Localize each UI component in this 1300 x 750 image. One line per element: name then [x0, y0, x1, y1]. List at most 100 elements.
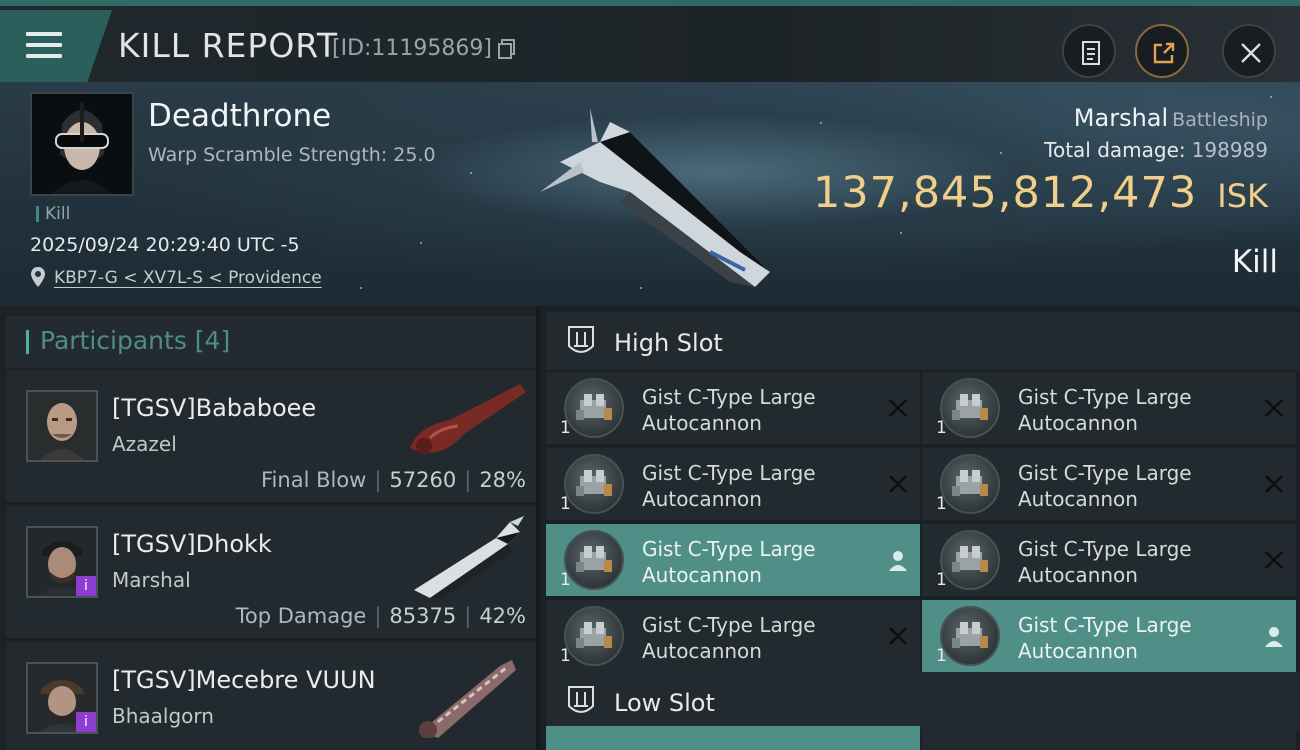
participant-badge: i	[76, 576, 96, 596]
module-quantity: 1	[560, 494, 571, 514]
module-quantity: 1	[936, 646, 947, 666]
module-quantity: 1	[560, 646, 571, 666]
autocannon-icon	[940, 378, 1000, 438]
isk-unit: ISK	[1217, 177, 1268, 215]
high-slot-title: High Slot	[614, 329, 723, 357]
report-id: [ID:11195869]	[332, 36, 492, 61]
participant-badge: i	[76, 712, 96, 732]
module-quantity: 1	[936, 418, 947, 438]
dropped-person-icon	[1264, 626, 1284, 652]
participant-ship: Marshal	[112, 568, 191, 592]
high-slot-icon	[568, 326, 594, 353]
share-icon	[1153, 42, 1175, 64]
autocannon-icon	[564, 606, 624, 666]
victim-portrait[interactable]	[30, 92, 134, 196]
close-icon	[1241, 43, 1261, 63]
destroyed-x-icon	[888, 398, 908, 422]
participant-role: Final Blow	[261, 468, 367, 492]
destroyed-x-icon	[1264, 550, 1284, 574]
close-button[interactable]	[1222, 24, 1276, 78]
participant-name[interactable]: [TGSV]Bababoee	[112, 394, 316, 422]
high-slot-module[interactable]: 1 Gist C-Type Large Autocannon	[922, 600, 1296, 672]
module-name: Gist C-Type Large Autocannon	[1018, 613, 1192, 663]
menu-icon	[26, 32, 62, 58]
avatar[interactable]: i	[26, 662, 98, 734]
participants-panel: Participants [4] [TGSV]Bababoee Azazel F…	[0, 306, 540, 750]
victim-avatar	[32, 94, 132, 194]
isk-value: 137,845,812,473	[812, 168, 1198, 218]
copy-icon[interactable]	[498, 39, 516, 59]
low-slot-header: Low Slot	[546, 672, 1300, 730]
participant-damage: 85375	[389, 604, 457, 628]
participant-name[interactable]: [TGSV]Mecebre VUUN	[112, 666, 376, 694]
participant-name[interactable]: [TGSV]Dhokk	[112, 530, 272, 558]
module-name: Gist C-Type Large Autocannon	[642, 613, 816, 663]
ship-name[interactable]: Marshal	[1074, 104, 1168, 132]
high-slot-module[interactable]: 1 Gist C-Type Large Autocannon	[922, 524, 1296, 596]
avatar[interactable]: i	[26, 526, 98, 598]
total-damage-value: 198989	[1191, 138, 1268, 162]
module-quantity: 1	[560, 570, 571, 590]
low-slot-module[interactable]	[546, 726, 920, 750]
high-slot-header: High Slot	[546, 312, 1300, 370]
ship-class: Battleship	[1172, 109, 1268, 131]
kill-datetime: 2025/09/24 20:29:40 UTC -5	[30, 234, 300, 256]
participant-stats: Top Damage | 85375 | 42%	[235, 604, 526, 628]
warp-scramble-strength: Warp Scramble Strength: 25.0	[148, 144, 436, 166]
victim-ship-image	[540, 108, 770, 287]
high-slot-module[interactable]: 1 Gist C-Type Large Autocannon	[546, 600, 920, 672]
ship-summary: Marshal Battleship Total damage: 198989 13…	[813, 104, 1268, 218]
participant-ship: Azazel	[112, 432, 177, 456]
share-button[interactable]	[1135, 24, 1189, 78]
autocannon-icon	[564, 378, 624, 438]
location-pin-icon	[31, 267, 45, 287]
participant-role: Top Damage	[235, 604, 367, 628]
clipboard-button[interactable]	[1062, 24, 1116, 78]
participant-ship: Bhaalgorn	[112, 704, 214, 728]
kill-result: Kill	[1231, 244, 1278, 280]
module-name: Gist C-Type Large Autocannon	[1018, 385, 1192, 435]
destroyed-x-icon	[1264, 474, 1284, 498]
fitting-panel: High Slot 1 Gist C-Type Large Autocannon 1…	[540, 306, 1300, 750]
total-damage-label: Total damage:	[1044, 138, 1186, 162]
destroyed-x-icon	[888, 626, 908, 650]
participant-ship-image	[419, 660, 516, 738]
participant-row[interactable]: i [TGSV]Dhokk Marshal Top Damage | 85375 | 4…	[6, 506, 536, 640]
participants-header: Participants [4]	[6, 316, 536, 368]
avatar[interactable]	[26, 390, 98, 462]
high-slot-module[interactable]: 1 Gist C-Type Large Autocannon	[922, 372, 1296, 444]
module-quantity: 1	[560, 418, 571, 438]
autocannon-icon	[564, 454, 624, 514]
autocannon-icon	[940, 606, 1000, 666]
victim-name[interactable]: Deadthrone	[148, 98, 331, 134]
kill-type-tag: Kill	[36, 206, 70, 223]
low-slot-title: Low Slot	[614, 689, 715, 717]
participant-damage: 57260	[389, 468, 457, 492]
high-slot-module[interactable]: 1 Gist C-Type Large Autocannon	[546, 372, 920, 444]
module-name: Gist C-Type Large Autocannon	[642, 461, 816, 511]
menu-button[interactable]	[0, 10, 112, 82]
high-slot-module[interactable]: 1 Gist C-Type Large Autocannon	[922, 448, 1296, 520]
participant-percent: 28%	[479, 468, 526, 492]
participant-row[interactable]: [TGSV]Bababoee Azazel Final Blow | 57260 | 2…	[6, 370, 536, 504]
clipboard-icon	[1082, 41, 1100, 65]
participant-percent: 42%	[479, 604, 526, 628]
participants-title: Participants [4]	[40, 326, 231, 355]
high-slot-module[interactable]: 1 Gist C-Type Large Autocannon	[546, 524, 920, 596]
participant-row[interactable]: i [TGSV]Mecebre VUUN Bhaalgorn	[6, 642, 536, 750]
autocannon-icon	[940, 530, 1000, 590]
destroyed-x-icon	[1264, 398, 1284, 422]
module-quantity: 1	[936, 570, 947, 590]
autocannon-icon	[940, 454, 1000, 514]
high-slot-module[interactable]: 1 Gist C-Type Large Autocannon	[546, 448, 920, 520]
header-bar: KILL REPORT [ID:11195869]	[0, 0, 1300, 82]
location-link[interactable]: KBP7-G < XV7L-S < Providence	[54, 268, 322, 288]
module-quantity: 1	[936, 494, 947, 514]
module-name: Gist C-Type Large Autocannon	[1018, 461, 1192, 511]
page-title: KILL REPORT	[118, 26, 338, 65]
module-name: Gist C-Type Large Autocannon	[642, 385, 816, 435]
participant-ship-image	[410, 384, 526, 454]
low-slot-icon	[568, 686, 594, 713]
participant-stats: Final Blow | 57260 | 28%	[261, 468, 526, 492]
low-slot-module[interactable]	[922, 726, 1296, 750]
